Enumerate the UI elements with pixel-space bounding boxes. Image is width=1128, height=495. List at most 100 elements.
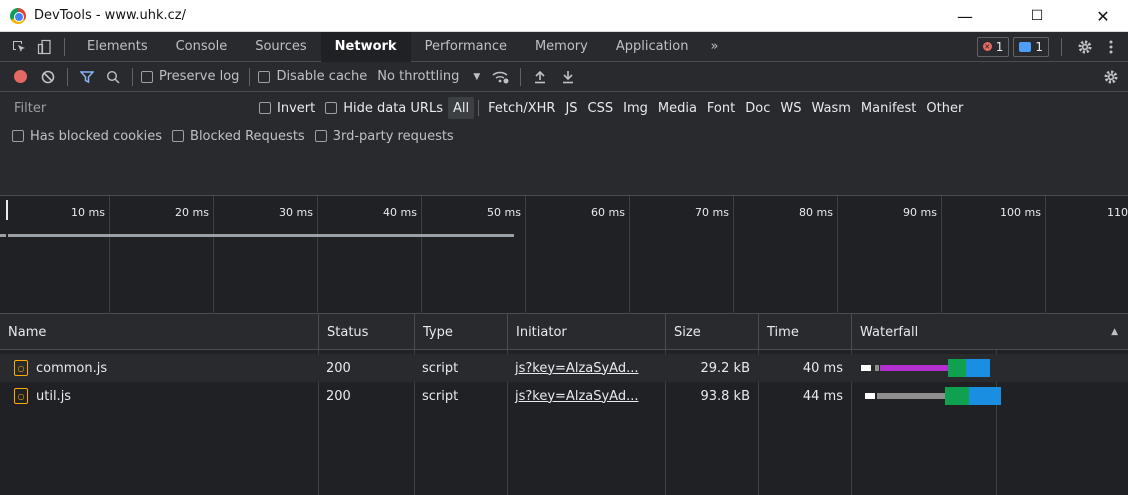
type-cell: script (422, 388, 459, 404)
overview-tick-label: 40 ms (383, 206, 417, 219)
settings-gear-icon[interactable] (1074, 36, 1096, 58)
checkbox-box[interactable] (172, 130, 185, 142)
window-title: DevTools - www.uhk.cz/ (34, 8, 187, 23)
overview-tick-label: 110 (1107, 206, 1128, 219)
message-count-badge[interactable]: 1 (1013, 36, 1049, 57)
network-settings-gear-icon[interactable] (1100, 66, 1122, 88)
overview-tick-label: 90 ms (903, 206, 937, 219)
column-header-type[interactable]: Type (414, 314, 507, 350)
grid-line (317, 196, 318, 314)
initiator-link[interactable]: js?key=AlzaSyAd... (515, 389, 639, 404)
type-filter-css[interactable]: CSS (583, 97, 619, 119)
type-filter-ws[interactable]: WS (775, 97, 806, 119)
disable-cache-label: Disable cache (276, 69, 368, 84)
dropdown-arrow-icon: ▼ (473, 71, 481, 82)
column-header-waterfall[interactable]: Waterfall ▲ (851, 314, 1128, 350)
overview-tick-label: 30 ms (279, 206, 313, 219)
device-toolbar-icon[interactable] (34, 36, 56, 58)
checkbox-box[interactable] (258, 70, 271, 83)
waterfall-download-bar (969, 387, 1001, 405)
type-filter-doc[interactable]: Doc (740, 97, 775, 119)
inspect-element-icon[interactable] (8, 36, 30, 58)
request-name-cell[interactable]: ○ common.js (8, 354, 318, 382)
message-icon (1019, 41, 1032, 52)
request-name-cell[interactable]: ○ util.js (8, 382, 318, 410)
script-file-icon: ○ (14, 360, 28, 376)
separator (67, 67, 68, 86)
waterfall-waiting-bar (877, 393, 945, 399)
tab-sources[interactable]: Sources (241, 32, 320, 62)
overview-left-handle[interactable] (6, 200, 8, 220)
initiator-cell[interactable]: js?key=AlzaSyAd... (507, 382, 665, 410)
type-filter-other[interactable]: Other (921, 97, 968, 119)
waterfall-ttfb-bar (948, 359, 966, 377)
hide-data-urls-label: Hide data URLs (343, 100, 443, 116)
close-button[interactable]: ✕ (1080, 0, 1126, 32)
grid-line (733, 196, 734, 314)
preserve-log-checkbox[interactable]: Preserve log (141, 69, 239, 84)
has-blocked-cookies-checkbox[interactable]: Has blocked cookies (12, 129, 162, 144)
grid-line (525, 196, 526, 314)
hide-data-urls-checkbox[interactable]: Hide data URLs (320, 97, 448, 119)
type-filter-all[interactable]: All (447, 97, 475, 119)
tab-application[interactable]: Application (602, 32, 703, 62)
error-count-badge[interactable]: ✕ 1 (976, 36, 1010, 57)
column-header-status[interactable]: Status (318, 314, 414, 350)
search-icon[interactable] (102, 66, 124, 88)
clear-icon[interactable] (37, 66, 59, 88)
column-header-size[interactable]: Size (665, 314, 758, 350)
network-conditions-wifi-icon[interactable] (490, 66, 512, 88)
tab-elements[interactable]: Elements (73, 32, 162, 62)
column-header-name[interactable]: Name (0, 314, 318, 350)
more-options-icon[interactable] (1100, 36, 1122, 58)
checkbox-box[interactable] (325, 102, 338, 114)
type-filter-media[interactable]: Media (653, 97, 702, 119)
checkbox-box[interactable] (12, 130, 24, 142)
tab-performance[interactable]: Performance (411, 32, 521, 62)
tab-network[interactable]: Network (320, 31, 411, 62)
separator (249, 67, 251, 86)
more-tabs-button[interactable]: » (702, 32, 726, 62)
type-filter-img[interactable]: Img (618, 97, 653, 119)
waterfall-queue-bar (861, 365, 871, 371)
column-header-initiator[interactable]: Initiator (507, 314, 665, 350)
invert-checkbox[interactable]: Invert (254, 97, 320, 119)
overview-tick-label: 10 ms (71, 206, 105, 219)
table-row[interactable]: ○ common.js 200 script js?key=AlzaSyAd..… (0, 354, 1128, 382)
window-titlebar: DevTools - www.uhk.cz/ — ☐ ✕ (0, 0, 1128, 32)
grid-line (837, 196, 838, 314)
type-filter-font[interactable]: Font (702, 97, 740, 119)
size-cell: 29.2 kB (700, 360, 750, 376)
table-row[interactable]: ○ util.js 200 script js?key=AlzaSyAd... … (0, 382, 1128, 410)
maximize-button[interactable]: ☐ (1014, 0, 1060, 32)
checkbox-box[interactable] (314, 130, 327, 142)
disable-cache-checkbox[interactable]: Disable cache (258, 69, 367, 84)
column-header-time[interactable]: Time (758, 314, 851, 350)
export-har-icon[interactable] (557, 66, 579, 88)
preserve-log-label: Preserve log (159, 69, 240, 84)
requests-table-header: Name Status Type Initiator Size Time Wat… (0, 314, 1128, 350)
third-party-requests-checkbox[interactable]: 3rd-party requests (314, 129, 454, 144)
type-filter-manifest[interactable]: Manifest (856, 97, 921, 119)
type-filter-wasm[interactable]: Wasm (806, 97, 855, 119)
separator (1061, 37, 1062, 56)
filter-funnel-icon[interactable] (76, 66, 98, 88)
tab-console[interactable]: Console (162, 32, 242, 62)
record-icon[interactable] (14, 70, 27, 83)
initiator-cell[interactable]: js?key=AlzaSyAd... (507, 354, 665, 382)
checkbox-box[interactable] (259, 102, 271, 114)
throttling-select[interactable]: No throttling ▼ (377, 69, 480, 84)
tab-memory[interactable]: Memory (521, 32, 602, 62)
filter-input[interactable] (8, 96, 254, 120)
minimize-button[interactable]: — (942, 0, 988, 32)
blocked-requests-checkbox[interactable]: Blocked Requests (172, 129, 305, 144)
checkbox-box[interactable] (141, 70, 153, 83)
import-har-icon[interactable] (529, 66, 551, 88)
size-cell: 93.8 kB (700, 388, 750, 404)
type-filter-fetch-xhr[interactable]: Fetch/XHR (483, 97, 560, 119)
grid-line (213, 196, 214, 314)
type-filter-js[interactable]: JS (560, 97, 582, 119)
waterfall-download-bar (966, 359, 990, 377)
initiator-link[interactable]: js?key=AlzaSyAd... (515, 361, 639, 376)
network-overview-timeline[interactable]: 10 ms 20 ms 30 ms 40 ms 50 ms 60 ms 70 m… (0, 196, 1128, 314)
